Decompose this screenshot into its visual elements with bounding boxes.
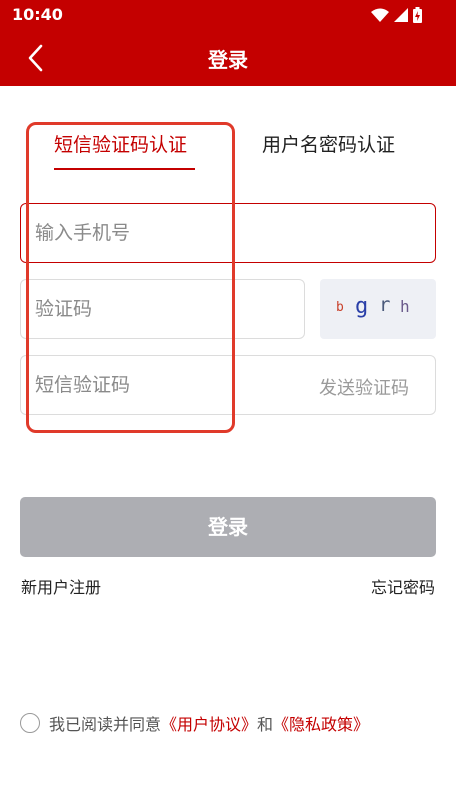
- tab-username-password[interactable]: 用户名密码认证: [262, 130, 395, 157]
- phone-field: [20, 203, 436, 263]
- forgot-password-link[interactable]: 忘记密码: [371, 574, 435, 598]
- register-link[interactable]: 新用户注册: [21, 574, 101, 598]
- captcha-field: [20, 279, 305, 339]
- battery-icon: [413, 7, 422, 23]
- captcha-char: b: [336, 300, 344, 315]
- tab-sms-verification[interactable]: 短信验证码认证: [54, 130, 187, 157]
- header-bar: 10:40 登录: [0, 0, 456, 86]
- privacy-policy-link[interactable]: 《隐私政策》: [273, 711, 369, 735]
- login-button[interactable]: 登录: [20, 497, 436, 557]
- captcha-char: r: [379, 294, 391, 316]
- captcha-input[interactable]: [35, 280, 290, 338]
- page-title: 登录: [208, 48, 248, 72]
- captcha-char: h: [400, 297, 410, 316]
- sms-code-field: 发送验证码: [20, 355, 436, 415]
- sms-code-input[interactable]: [35, 356, 295, 414]
- agreement-prefix: 我已阅读并同意: [49, 715, 162, 734]
- status-bar: 10:40: [0, 0, 456, 30]
- phone-input[interactable]: [35, 204, 415, 262]
- signal-icon: [394, 8, 408, 22]
- status-icons: [371, 6, 422, 24]
- agreement-radio[interactable]: [20, 713, 40, 733]
- agreement-row: 我已阅读并同意 《用户协议》 和 《隐私政策》: [20, 711, 369, 735]
- user-agreement-link[interactable]: 《用户协议》: [161, 711, 257, 735]
- wifi-icon: [371, 8, 389, 22]
- status-time: 10:40: [12, 5, 63, 24]
- agreement-conjunction: 和: [257, 715, 274, 734]
- captcha-char: g: [355, 294, 369, 319]
- captcha-image[interactable]: b g r h: [320, 279, 436, 339]
- send-code-button[interactable]: 发送验证码: [319, 374, 409, 400]
- active-tab-indicator: [54, 168, 195, 170]
